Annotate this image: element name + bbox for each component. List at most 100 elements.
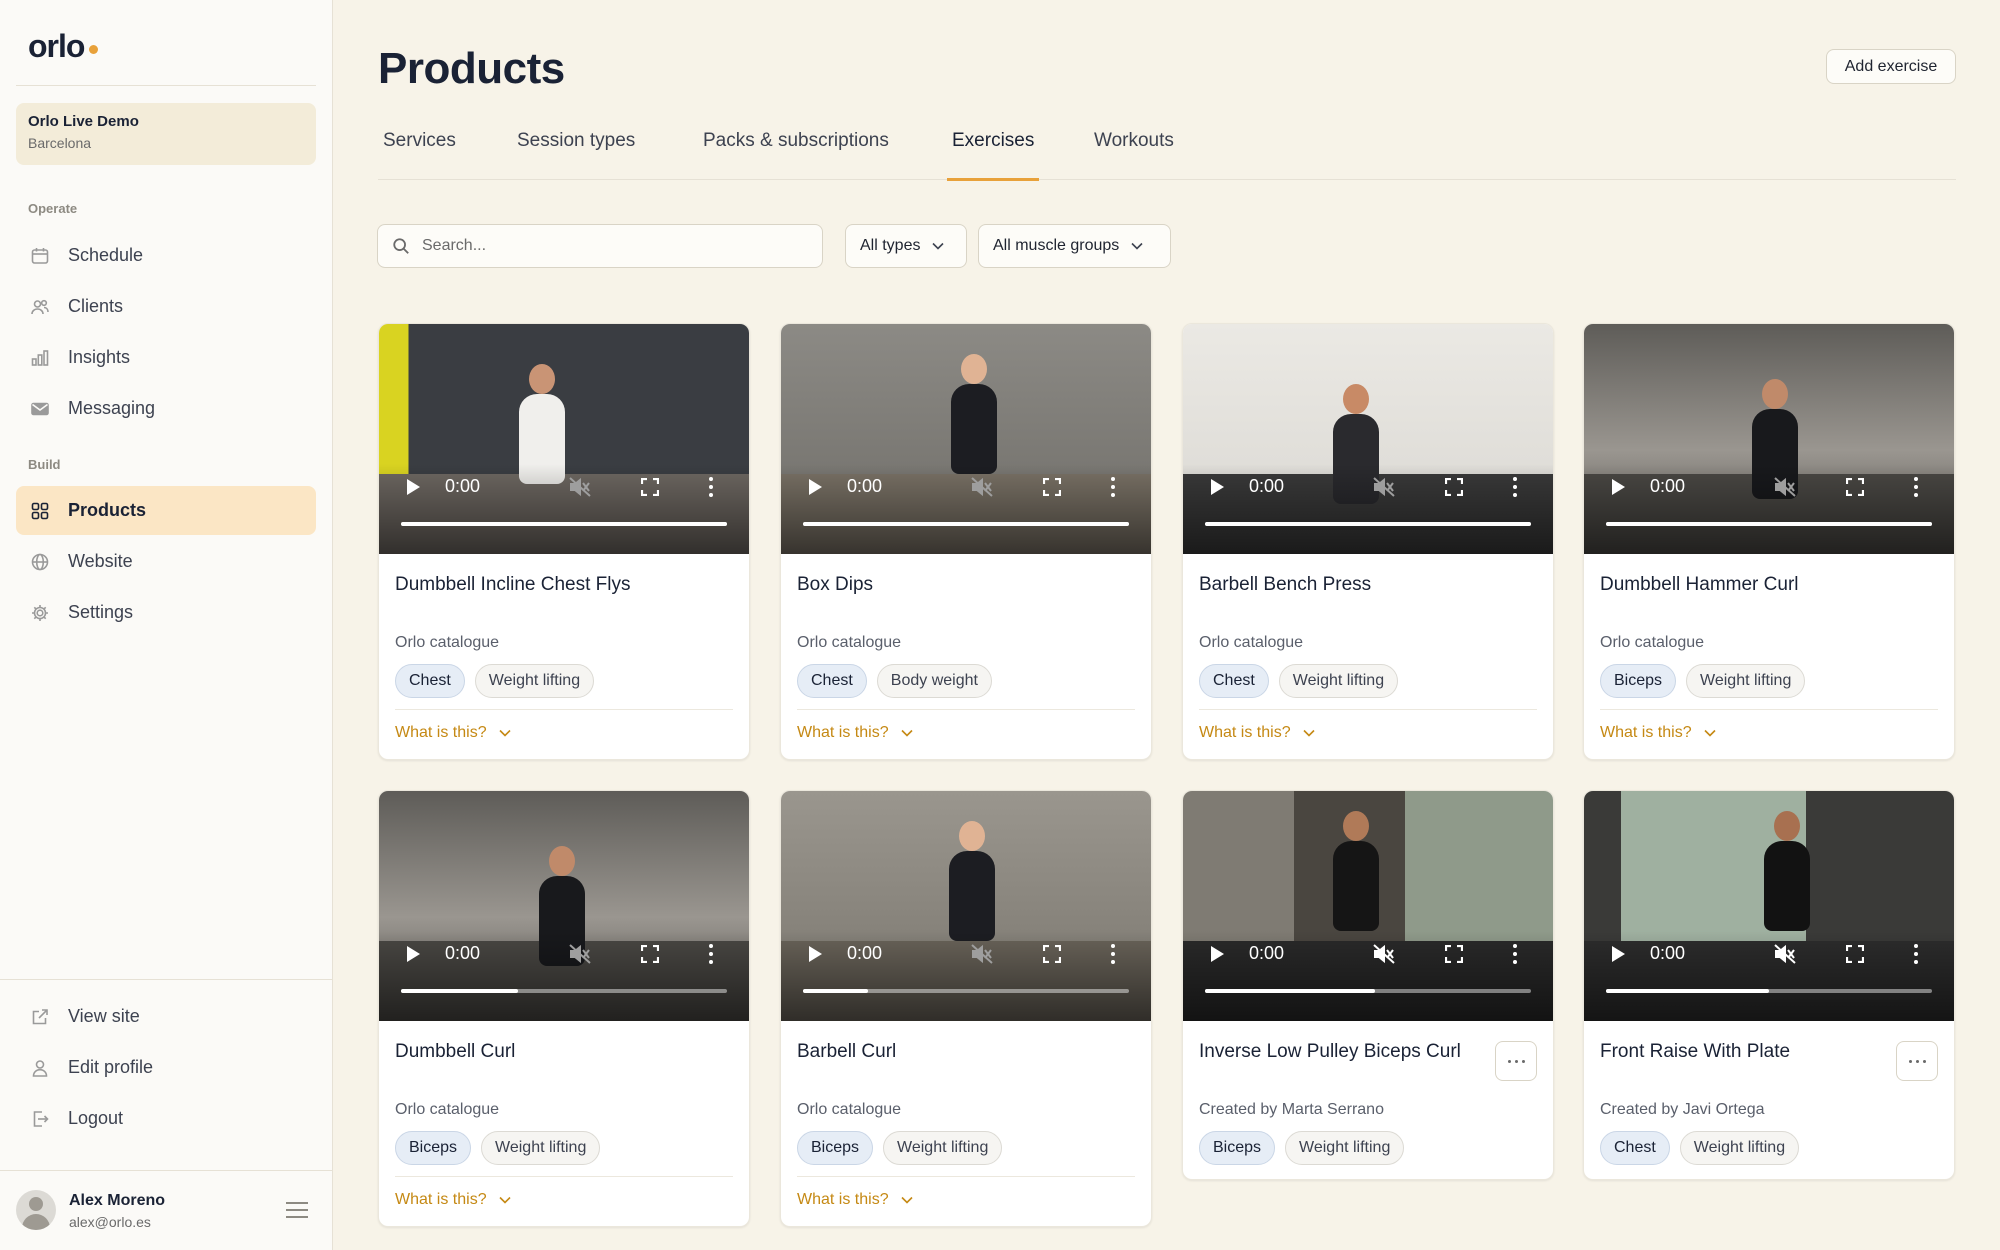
user-profile[interactable]: Alex Moreno alex@orlo.es [16, 1190, 316, 1234]
more-vertical-icon[interactable] [1913, 944, 1919, 964]
search-input[interactable] [422, 237, 792, 255]
tab-workouts[interactable]: Workouts [1089, 128, 1179, 180]
exercise-source: Orlo catalogue [395, 1101, 500, 1118]
video-time: 0:00 [1249, 476, 1285, 496]
fullscreen-icon[interactable] [640, 944, 660, 964]
more-vertical-icon[interactable] [1512, 944, 1518, 964]
add-exercise-button[interactable]: Add exercise [1826, 49, 1956, 84]
tab-session-types[interactable]: Session types [512, 128, 640, 180]
org-switcher[interactable]: Orlo Live Demo Barcelona [16, 103, 316, 165]
play-icon[interactable] [1612, 946, 1625, 962]
video-progress-bar[interactable] [1606, 522, 1932, 526]
play-icon[interactable] [1612, 479, 1625, 495]
type-filter-select[interactable]: All types [845, 224, 967, 268]
play-icon[interactable] [809, 946, 822, 962]
exercise-video[interactable]: 0:00 [1584, 324, 1954, 554]
sidebar-item-messaging[interactable]: Messaging [16, 384, 316, 433]
tab-exercises[interactable]: Exercises [947, 128, 1040, 181]
sidebar-item-products[interactable]: Products [16, 486, 316, 535]
sidebar-item-insights[interactable]: Insights [16, 333, 316, 382]
exercise-title: Barbell Curl [797, 1041, 897, 1062]
exercise-card[interactable]: 0:00 Box Dips Orlo catalogue Chest Body … [780, 323, 1152, 760]
mute-icon[interactable] [569, 944, 591, 964]
globe-icon [30, 552, 50, 572]
mute-icon[interactable] [1774, 944, 1796, 964]
more-vertical-icon[interactable] [1110, 944, 1116, 964]
card-body: Barbell Curl Orlo catalogue Biceps Weigh… [781, 1021, 1151, 1226]
fullscreen-icon[interactable] [1845, 477, 1865, 497]
sidebar-item-website[interactable]: Website [16, 537, 316, 586]
sidebar-item-schedule[interactable]: Schedule [16, 231, 316, 280]
more-vertical-icon[interactable] [708, 477, 714, 497]
exercise-video[interactable]: 0:00 [1183, 791, 1553, 1021]
exercise-video[interactable]: 0:00 [781, 791, 1151, 1021]
exercise-card[interactable]: 0:00 Inverse Low Pulley Biceps Curl Crea… [1182, 790, 1554, 1180]
what-is-this-toggle[interactable]: What is this? [797, 1191, 913, 1209]
video-progress-bar[interactable] [1606, 989, 1932, 993]
bar-chart-icon [30, 348, 50, 368]
more-vertical-icon[interactable] [708, 944, 714, 964]
mute-icon[interactable] [1373, 477, 1395, 497]
video-progress-bar[interactable] [803, 522, 1129, 526]
exercise-card[interactable]: 0:00 Dumbbell Incline Chest Flys Orlo ca… [378, 323, 750, 760]
exercise-card[interactable]: 0:00 Dumbbell Curl Orlo catalogue Biceps… [378, 790, 750, 1227]
play-icon[interactable] [407, 479, 420, 495]
sidebar-item-label: Clients [68, 296, 124, 316]
sidebar-item-view-site[interactable]: View site [16, 992, 316, 1041]
mute-icon[interactable] [971, 944, 993, 964]
exercise-card[interactable]: 0:00 Dumbbell Hammer Curl Orlo catalogue… [1583, 323, 1955, 760]
logo-dot-icon [89, 45, 98, 54]
fullscreen-icon[interactable] [1444, 944, 1464, 964]
mute-icon[interactable] [1373, 944, 1395, 964]
type-tag: Weight lifting [1278, 664, 1399, 698]
exercise-video[interactable]: 0:00 [1183, 324, 1553, 554]
fullscreen-icon[interactable] [640, 477, 660, 497]
what-is-this-toggle[interactable]: What is this? [1199, 724, 1315, 742]
exercise-video[interactable]: 0:00 [781, 324, 1151, 554]
video-progress-bar[interactable] [401, 522, 727, 526]
muscle-filter-select[interactable]: All muscle groups [978, 224, 1171, 268]
video-progress-bar[interactable] [803, 989, 1129, 993]
more-vertical-icon[interactable] [1110, 477, 1116, 497]
sidebar-item-clients[interactable]: Clients [16, 282, 316, 331]
gear-icon [30, 603, 50, 623]
mute-icon[interactable] [971, 477, 993, 497]
play-icon[interactable] [1211, 946, 1224, 962]
sidebar-item-edit-profile[interactable]: Edit profile [16, 1043, 316, 1092]
what-is-this-toggle[interactable]: What is this? [797, 724, 913, 742]
what-is-this-toggle[interactable]: What is this? [1600, 724, 1716, 742]
play-icon[interactable] [1211, 479, 1224, 495]
play-icon[interactable] [407, 946, 420, 962]
play-icon[interactable] [809, 479, 822, 495]
exercise-card[interactable]: 0:00 Barbell Curl Orlo catalogue Biceps … [780, 790, 1152, 1227]
sidebar-item-label: Insights [68, 347, 131, 367]
mute-icon[interactable] [569, 477, 591, 497]
tab-services[interactable]: Services [378, 128, 461, 180]
what-is-this-toggle[interactable]: What is this? [395, 724, 511, 742]
fullscreen-icon[interactable] [1444, 477, 1464, 497]
exercise-video[interactable]: 0:00 [379, 324, 749, 554]
tab-packs-subscriptions[interactable]: Packs & subscriptions [698, 128, 894, 180]
video-progress-bar[interactable] [1205, 989, 1531, 993]
video-progress-bar[interactable] [401, 989, 727, 993]
fullscreen-icon[interactable] [1845, 944, 1865, 964]
more-vertical-icon[interactable] [1913, 477, 1919, 497]
hamburger-menu-icon[interactable] [286, 1202, 308, 1218]
exercise-video[interactable]: 0:00 [1584, 791, 1954, 1021]
more-options-button[interactable] [1896, 1041, 1938, 1081]
exercise-card[interactable]: 0:00 Barbell Bench Press Orlo catalogue … [1182, 323, 1554, 760]
video-progress-bar[interactable] [1205, 522, 1531, 526]
fullscreen-icon[interactable] [1042, 477, 1062, 497]
sidebar-item-settings[interactable]: Settings [16, 588, 316, 637]
more-vertical-icon[interactable] [1512, 477, 1518, 497]
mute-icon[interactable] [1774, 477, 1796, 497]
more-options-button[interactable] [1495, 1041, 1537, 1081]
exercise-card[interactable]: 0:00 Front Raise With Plate Created by J… [1583, 790, 1955, 1180]
exercise-video[interactable]: 0:00 [379, 791, 749, 1021]
orlo-logo[interactable]: orlo [28, 28, 85, 65]
video-time: 0:00 [1650, 943, 1686, 963]
sidebar-item-logout[interactable]: Logout [16, 1094, 316, 1143]
exercise-title: Dumbbell Incline Chest Flys [395, 574, 631, 595]
what-is-this-toggle[interactable]: What is this? [395, 1191, 511, 1209]
fullscreen-icon[interactable] [1042, 944, 1062, 964]
